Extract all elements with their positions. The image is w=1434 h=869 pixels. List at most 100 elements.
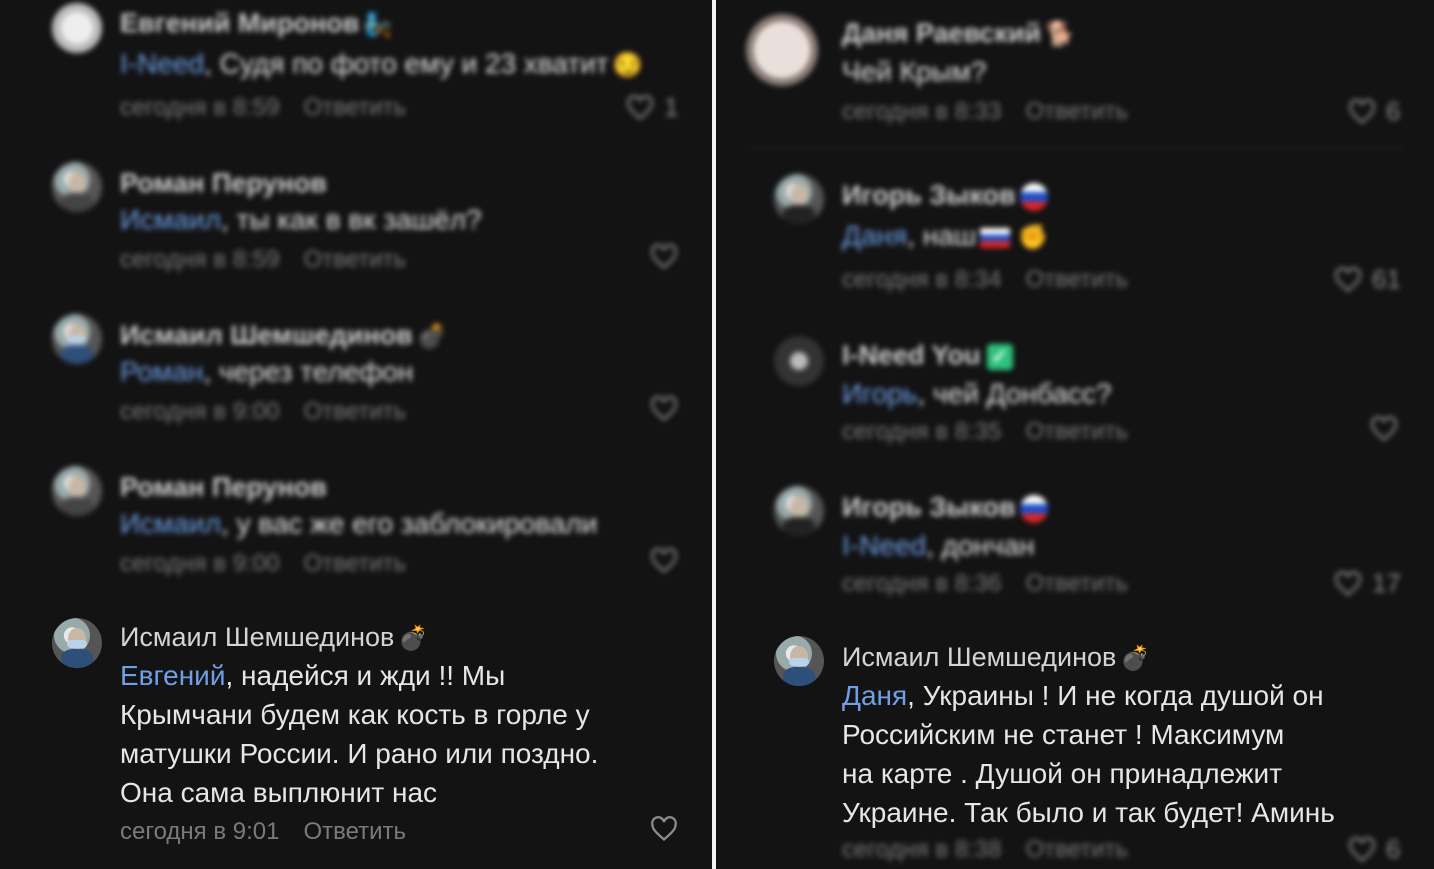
russia-flag-icon — [1019, 494, 1048, 523]
comment-author[interactable]: Игорь Зыков — [842, 180, 1048, 211]
comment-time: сегодня в 8:33 — [842, 98, 1002, 125]
comment-author[interactable]: Игорь Зыков — [842, 492, 1048, 523]
comment-meta: сегодня в 8:59 Ответить — [120, 246, 406, 274]
comment: Роман Перунов Исмаил, ты как в вк зашёл?… — [0, 150, 712, 290]
heart-icon — [651, 244, 677, 270]
comment-meta: сегодня в 8:36 Ответить — [842, 570, 1128, 598]
comment-time: сегодня в 8:35 — [842, 418, 1002, 445]
reply-button[interactable]: Ответить — [1025, 570, 1128, 597]
comment-text: Исмаил, у вас же его заблокировали — [120, 508, 598, 539]
comment-text: Игорь, чей Донбасс? — [842, 378, 1112, 409]
comment-text: Роман, через телефон — [120, 356, 414, 387]
comment-time: сегодня в 8:38 — [842, 836, 1002, 863]
heart-icon — [651, 548, 677, 574]
comment: Евгений Миронов 🧞 I-Need, Судя по фото ем… — [0, 0, 712, 140]
mention-link[interactable]: Даня — [842, 680, 907, 711]
mention-link[interactable]: Даня — [842, 220, 907, 251]
avatar[interactable] — [52, 314, 102, 364]
comment-meta: сегодня в 8:59 Ответить — [120, 94, 406, 122]
comment-text: Исмаил, ты как в вк зашёл? — [120, 204, 482, 235]
comment-text: I-Need, дончан — [842, 530, 1035, 561]
smirk-emoji: 😏 — [612, 52, 643, 80]
heart-icon — [1349, 836, 1375, 862]
like-button[interactable] — [650, 244, 678, 270]
comment-meta: сегодня в 9:00 Ответить — [120, 550, 406, 578]
like-count: 61 — [1372, 264, 1401, 294]
like-button[interactable] — [650, 816, 678, 842]
like-button[interactable]: 17 — [1334, 568, 1401, 599]
mention-link[interactable]: Игорь — [842, 378, 917, 409]
left-comments-panel[interactable]: Евгений Миронов 🧞 I-Need, Судя по фото ем… — [0, 0, 712, 869]
russia-flag-icon — [1019, 182, 1048, 211]
comment: Игорь Зыков Даня, наш ✊ сегодня в 8:34 Отв… — [716, 162, 1434, 302]
like-button[interactable]: 61 — [1334, 264, 1401, 295]
comment: I-Need You ✓ Игорь, чей Донбасс? сегодня … — [716, 322, 1434, 462]
comment-text: I-Need, Судя по фото ему и 23 хватит 😏 — [120, 44, 643, 85]
comment: Исмаил Шемшединов 💣 Евгений, надейся и жд… — [0, 606, 712, 866]
comment-time: сегодня в 8:59 — [120, 94, 280, 121]
comment-author[interactable]: Роман Перунов — [120, 472, 327, 503]
comment-author[interactable]: Исмаил Шемшединов 💣 — [120, 622, 428, 653]
heart-icon — [1335, 570, 1361, 596]
avatar[interactable] — [52, 162, 102, 212]
comment-meta: сегодня в 8:34 Ответить — [842, 266, 1128, 294]
like-button[interactable] — [650, 548, 678, 574]
comment-meta: сегодня в 8:33 Ответить — [842, 98, 1128, 126]
comment-author[interactable]: Исмаил Шемшединов 💣 — [842, 642, 1150, 673]
dog-icon: 🐕 — [1045, 21, 1076, 49]
reply-button[interactable]: Ответить — [303, 818, 406, 845]
author-badge: 🧞 — [363, 11, 394, 39]
reply-button[interactable]: Ответить — [303, 398, 406, 425]
comment-author[interactable]: Евгений Миронов 🧞 — [120, 8, 393, 39]
mention-link[interactable]: Роман — [120, 356, 203, 387]
avatar[interactable] — [774, 636, 824, 686]
checkmark-icon: ✓ — [986, 343, 1013, 370]
mention-link[interactable]: I-Need — [842, 530, 926, 561]
reply-button[interactable]: Ответить — [1025, 836, 1128, 863]
reply-button[interactable]: Ответить — [1025, 98, 1128, 125]
avatar[interactable] — [52, 3, 102, 53]
thread-separator — [746, 148, 1404, 149]
bomb-icon: 💣 — [1120, 645, 1151, 673]
like-count: 6 — [1386, 96, 1401, 126]
mention-link[interactable]: Исмаил — [120, 204, 221, 235]
heart-icon — [651, 396, 677, 422]
mention-link[interactable]: I-Need — [120, 48, 204, 79]
comment-author[interactable]: Даня Раевский 🐕 — [842, 18, 1075, 49]
comment-author[interactable]: Роман Перунов — [120, 168, 327, 199]
comment-meta: сегодня в 9:01 Ответить — [120, 818, 406, 846]
like-count: 6 — [1386, 834, 1401, 864]
avatar[interactable] — [774, 174, 824, 224]
heart-icon — [1371, 416, 1397, 442]
comment: Игорь Зыков I-Need, дончан сегодня в 8:3… — [716, 474, 1434, 614]
mention-link[interactable]: Евгений — [120, 660, 225, 691]
comment-author[interactable]: I-Need You ✓ — [842, 340, 1013, 371]
like-button[interactable] — [650, 396, 678, 422]
right-comments-panel[interactable]: Даня Раевский 🐕 Чей Крым? сегодня в 8:33 О… — [716, 0, 1434, 869]
comment-meta: сегодня в 8:35 Ответить — [842, 418, 1128, 446]
bomb-icon: 💣 — [416, 323, 447, 351]
heart-icon — [651, 816, 677, 842]
like-button[interactable]: 6 — [1348, 96, 1400, 127]
reply-button[interactable]: Ответить — [303, 246, 406, 273]
reply-button[interactable]: Ответить — [1025, 266, 1128, 293]
mention-link[interactable]: Исмаил — [120, 508, 221, 539]
like-button[interactable]: 1 — [626, 92, 678, 123]
avatar[interactable] — [52, 466, 102, 516]
like-button[interactable]: 6 — [1348, 834, 1400, 865]
screenshot-collage: Евгений Миронов 🧞 I-Need, Судя по фото ем… — [0, 0, 1434, 869]
like-button[interactable] — [1370, 416, 1398, 442]
avatar[interactable] — [774, 336, 824, 386]
avatar[interactable] — [774, 486, 824, 536]
comment-author[interactable]: Исмаил Шемшединов 💣 — [120, 320, 447, 351]
reply-button[interactable]: Ответить — [303, 94, 406, 121]
avatar[interactable] — [746, 14, 818, 86]
heart-icon — [627, 94, 653, 120]
comment-time: сегодня в 8:34 — [842, 266, 1002, 293]
avatar[interactable] — [52, 618, 102, 668]
reply-button[interactable]: Ответить — [1025, 418, 1128, 445]
comment: Исмаил Шемшединов 💣 Даня, Украины ! И не … — [716, 626, 1434, 869]
comment-time: сегодня в 8:36 — [842, 570, 1002, 597]
comment: Исмаил Шемшединов 💣 Роман, через телефон … — [0, 302, 712, 442]
reply-button[interactable]: Ответить — [303, 550, 406, 577]
